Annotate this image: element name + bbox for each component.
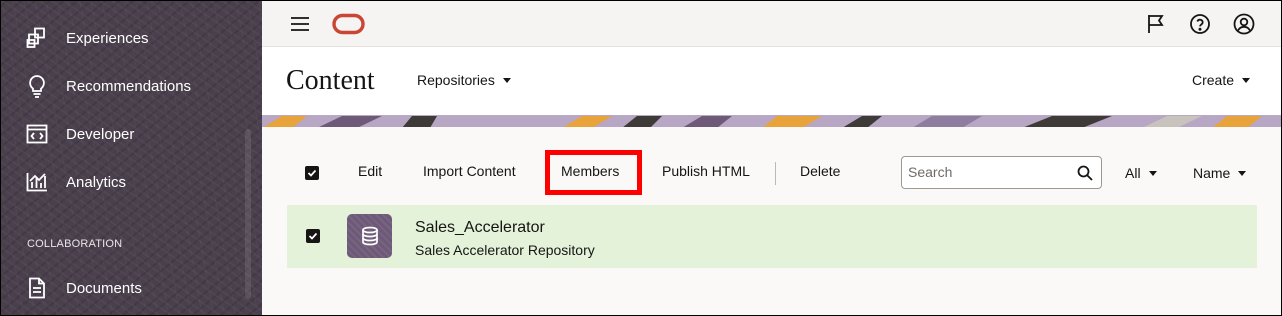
- chevron-down-icon: [1148, 170, 1157, 176]
- highlight-box: [545, 150, 642, 195]
- sidebar-item-experiences[interactable]: Experiences: [1, 16, 245, 60]
- check-icon: [307, 169, 317, 177]
- page-title: Content: [286, 65, 375, 96]
- sidebar: Experiences Recommendations Developer An…: [1, 1, 262, 315]
- filter-dropdown[interactable]: All: [1125, 165, 1157, 181]
- repositories-label: Repositories: [417, 72, 495, 88]
- publish-html-button[interactable]: Publish HTML: [662, 163, 750, 179]
- repository-description: Sales Accelerator Repository: [415, 242, 595, 258]
- flag-icon[interactable]: [1144, 12, 1168, 36]
- help-icon[interactable]: [1188, 12, 1212, 36]
- sort-label: Name: [1193, 165, 1231, 181]
- collaboration-section-header: COLLABORATION: [27, 238, 123, 250]
- database-icon: [361, 226, 378, 246]
- row-checkbox[interactable]: [306, 229, 320, 243]
- page-header: Content Repositories Create: [262, 47, 1281, 115]
- search-field[interactable]: [901, 156, 1102, 189]
- user-icon[interactable]: [1232, 12, 1256, 36]
- delete-button[interactable]: Delete: [800, 163, 840, 179]
- chevron-down-icon: [502, 77, 511, 83]
- top-bar: [262, 1, 1281, 47]
- create-dropdown[interactable]: Create: [1192, 72, 1250, 88]
- hamburger-icon[interactable]: [290, 14, 310, 34]
- app-window: Experiences Recommendations Developer An…: [0, 0, 1282, 316]
- filter-label: All: [1125, 165, 1141, 181]
- sidebar-item-label: Developer: [66, 125, 135, 143]
- sidebar-item-analytics[interactable]: Analytics: [1, 160, 245, 204]
- sidebar-item-documents[interactable]: Documents: [1, 266, 245, 310]
- chevron-down-icon: [1242, 77, 1250, 83]
- sidebar-item-recommendations[interactable]: Recommendations: [1, 64, 245, 108]
- experiences-icon: [25, 26, 49, 50]
- search-input[interactable]: [908, 164, 1068, 180]
- sort-dropdown[interactable]: Name: [1193, 165, 1247, 181]
- check-icon: [308, 232, 318, 240]
- edit-button[interactable]: Edit: [358, 163, 382, 179]
- content-area: Edit Import Content Members Publish HTML…: [262, 127, 1281, 315]
- search-icon[interactable]: [1077, 165, 1093, 181]
- document-icon: [25, 276, 49, 300]
- sidebar-item-developer[interactable]: Developer: [1, 112, 245, 156]
- repository-icon: [347, 214, 392, 258]
- code-icon: [25, 122, 49, 146]
- sidebar-item-label: Analytics: [66, 173, 127, 191]
- toolbar-divider: [775, 162, 776, 185]
- bar-chart-icon: [25, 170, 49, 194]
- sidebar-item-label: Experiences: [66, 29, 149, 47]
- repositories-dropdown[interactable]: Repositories: [417, 72, 511, 88]
- select-all-checkbox[interactable]: [305, 166, 319, 180]
- sidebar-item-label: Documents: [66, 279, 142, 297]
- repository-name[interactable]: Sales_Accelerator: [415, 219, 545, 237]
- import-content-button[interactable]: Import Content: [423, 163, 516, 179]
- sidebar-item-label: Recommendations: [66, 77, 192, 95]
- repository-row[interactable]: Sales_Accelerator Sales Accelerator Repo…: [287, 205, 1257, 268]
- oracle-logo[interactable]: [332, 13, 365, 40]
- lightbulb-icon: [25, 74, 49, 98]
- create-label: Create: [1191, 72, 1234, 88]
- decorative-banner: [262, 115, 1281, 127]
- chevron-down-icon: [1238, 170, 1247, 176]
- sidebar-scrollbar[interactable]: [245, 129, 251, 299]
